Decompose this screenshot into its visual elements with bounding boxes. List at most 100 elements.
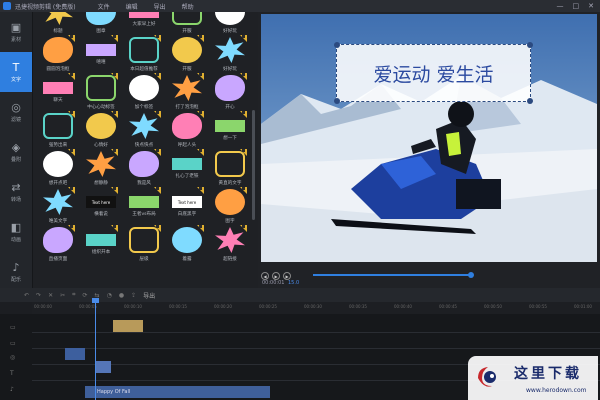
sidebar-item-label: 文字 bbox=[10, 76, 21, 83]
template-label: 嘻嘻 bbox=[96, 60, 106, 65]
template-thumbnail bbox=[86, 113, 116, 139]
template-thumbnail bbox=[43, 82, 73, 94]
menu-bar: 文件 编辑 导出 帮助 bbox=[98, 2, 194, 11]
template-thumbnail bbox=[43, 12, 73, 25]
export-button[interactable]: 导出 bbox=[143, 291, 155, 300]
layers-icon: ◈ bbox=[11, 140, 21, 154]
download-icon[interactable] bbox=[111, 35, 118, 42]
preview-panel: 爱运动 爱生活 ◀ ▶ ▶ 00:00:01 15.0 bbox=[258, 12, 600, 288]
download-icon[interactable] bbox=[240, 35, 247, 42]
template-label: 想一下 bbox=[223, 136, 237, 141]
resize-handle[interactable] bbox=[527, 42, 533, 48]
template-item[interactable]: 组织开本 bbox=[82, 224, 120, 274]
template-label: 超链接 bbox=[223, 257, 237, 262]
playback-progress[interactable] bbox=[313, 272, 474, 278]
resize-handle[interactable] bbox=[334, 98, 340, 104]
download-icon[interactable] bbox=[111, 149, 118, 156]
delete-icon[interactable]: ✕ bbox=[48, 292, 53, 299]
download-icon[interactable] bbox=[111, 187, 118, 194]
watermark-title: 这里下载 bbox=[514, 366, 582, 382]
template-thumbnail bbox=[129, 196, 159, 208]
resize-handle[interactable] bbox=[334, 42, 340, 48]
library-scrollbar[interactable] bbox=[252, 110, 255, 220]
ruler-tick-label: 00:01:00 bbox=[574, 304, 592, 309]
prev-frame-icon[interactable]: ◀ bbox=[261, 272, 269, 280]
redo-icon[interactable]: ↷ bbox=[36, 292, 41, 299]
ruler-tick-label: 00:00:30 bbox=[304, 304, 322, 309]
template-thumbnail bbox=[215, 151, 245, 177]
playhead[interactable] bbox=[92, 298, 99, 400]
sidebar-item-music[interactable]: ♪ 配乐 bbox=[0, 252, 32, 292]
text-clip[interactable]: Happy Of Fall bbox=[85, 386, 270, 398]
sidebar-item-label: 滤镜 bbox=[10, 116, 21, 123]
template-label: 着露 bbox=[182, 257, 192, 262]
sidebar-item-text[interactable]: T 文字 bbox=[0, 52, 32, 92]
rotate-icon[interactable]: ⟳ bbox=[83, 292, 88, 299]
resize-handle[interactable] bbox=[527, 98, 533, 104]
crop-icon[interactable]: ⌗ bbox=[72, 291, 75, 299]
timeline-ruler[interactable]: 00:00:00 00:00:05 00:00:10 00:00:15 00:00:20… bbox=[32, 302, 600, 314]
template-thumbnail bbox=[43, 37, 73, 63]
template-item[interactable]: 直播页面 bbox=[39, 224, 77, 274]
download-icon[interactable] bbox=[240, 225, 247, 232]
template-thumbnail bbox=[215, 189, 245, 215]
image-clip[interactable] bbox=[65, 348, 85, 360]
menu-export[interactable]: 导出 bbox=[154, 2, 166, 11]
download-icon[interactable] bbox=[154, 187, 161, 194]
template-thumbnail bbox=[172, 12, 202, 25]
transition-icon: ⇄ bbox=[11, 180, 21, 194]
overlay-track-icon: ◎ bbox=[10, 354, 16, 361]
download-icon[interactable] bbox=[197, 149, 204, 156]
video-track-icon: ▭ bbox=[10, 324, 16, 331]
maximize-icon[interactable]: □ bbox=[573, 2, 580, 10]
sidebar-item-media[interactable]: ▣ 素材 bbox=[0, 12, 32, 52]
video-preview[interactable]: 爱运动 爱生活 bbox=[261, 14, 597, 262]
download-icon[interactable] bbox=[111, 225, 118, 232]
download-icon[interactable] bbox=[68, 187, 75, 194]
mic-icon[interactable]: ● bbox=[119, 292, 124, 299]
ruler-tick-label: 00:00:00 bbox=[34, 304, 52, 309]
template-thumbnail: Text here bbox=[86, 196, 116, 208]
sidebar-item-overlay[interactable]: ◈ 叠附 bbox=[0, 132, 32, 172]
template-thumbnail bbox=[129, 227, 159, 253]
download-icon[interactable] bbox=[240, 111, 247, 118]
split-icon[interactable]: ✂ bbox=[60, 292, 65, 299]
template-item[interactable]: 层级 bbox=[125, 224, 163, 274]
image-track-icon: ▭ bbox=[10, 340, 16, 347]
sidebar-item-filter[interactable]: ◎ 滤镜 bbox=[0, 92, 32, 132]
close-icon[interactable]: ✕ bbox=[588, 2, 594, 10]
app-logo-icon bbox=[3, 2, 11, 10]
template-thumbnail bbox=[86, 75, 116, 101]
text-icon: T bbox=[12, 60, 20, 74]
export-icon[interactable]: ⇪ bbox=[131, 292, 136, 299]
minimize-icon[interactable]: — bbox=[557, 2, 564, 10]
template-label: 王者vs布局 bbox=[132, 212, 156, 217]
menu-edit[interactable]: 编辑 bbox=[126, 2, 138, 11]
template-thumbnail bbox=[215, 120, 245, 132]
video-clip[interactable] bbox=[113, 320, 143, 332]
template-thumbnail bbox=[129, 151, 159, 177]
sidebar: ▣ 素材 T 文字 ◎ 滤镜 ◈ 叠附 ⇄ 转场 ◧ 动画 ♪ 配乐 bbox=[0, 12, 33, 288]
sidebar-item-animation[interactable]: ◧ 动画 bbox=[0, 212, 32, 252]
filter-icon: ◎ bbox=[11, 100, 21, 114]
speed-icon[interactable]: ◔ bbox=[107, 292, 112, 299]
template-label: 聊天 bbox=[53, 98, 63, 103]
template-thumbnail bbox=[86, 12, 116, 25]
overlay-clip[interactable] bbox=[95, 361, 111, 373]
template-item[interactable]: 超链接 bbox=[211, 224, 249, 274]
next-frame-icon[interactable]: ▶ bbox=[283, 272, 291, 280]
play-icon[interactable]: ▶ bbox=[272, 272, 280, 280]
download-icon[interactable] bbox=[197, 73, 204, 80]
menu-file[interactable]: 文件 bbox=[98, 2, 110, 11]
sidebar-item-transition[interactable]: ⇄ 转场 bbox=[0, 172, 32, 212]
template-label: 组织开本 bbox=[91, 250, 111, 255]
download-icon[interactable] bbox=[197, 187, 204, 194]
undo-icon[interactable]: ↶ bbox=[24, 292, 29, 299]
menu-help[interactable]: 帮助 bbox=[182, 2, 194, 11]
caption-text-box[interactable]: 爱运动 爱生活 bbox=[334, 42, 533, 104]
template-item[interactable]: 着露 bbox=[168, 224, 206, 274]
title-bar: 迅捷视频剪辑 (免费版) 文件 编辑 导出 帮助 — □ ✕ bbox=[0, 0, 600, 12]
download-icon[interactable] bbox=[68, 73, 75, 80]
download-icon[interactable] bbox=[154, 111, 161, 118]
watermark-logo-icon bbox=[478, 367, 496, 387]
